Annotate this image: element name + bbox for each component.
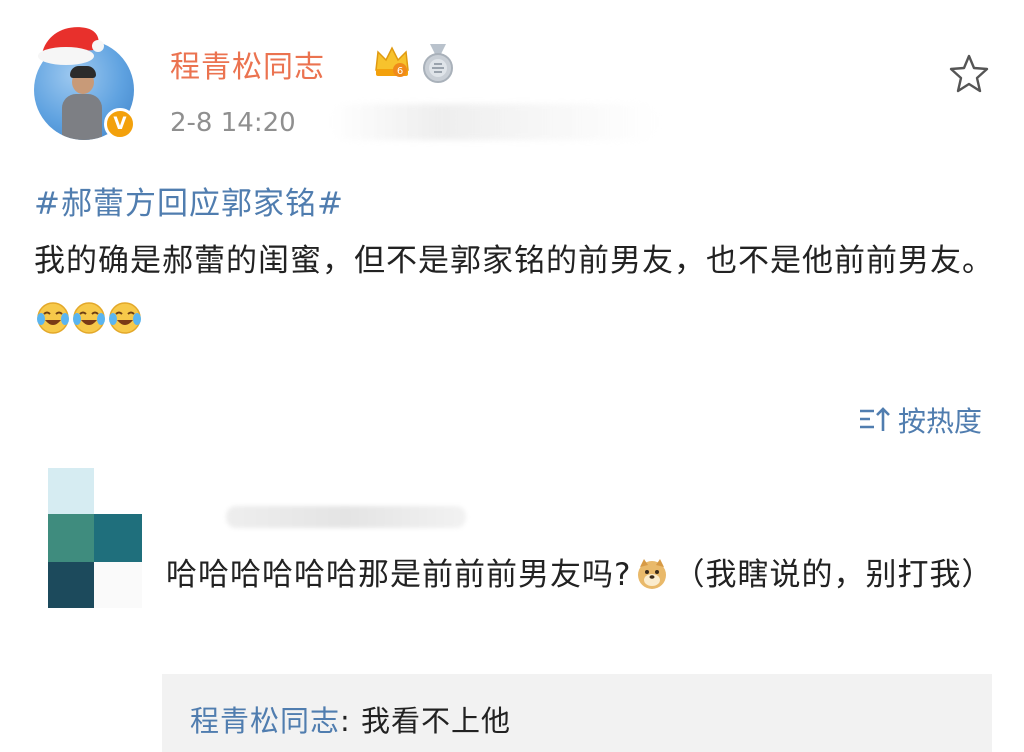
comment-text: 哈哈哈哈哈哈那是前前前男友吗? （我瞎说的，别打我） <box>166 548 996 602</box>
reply-line: 程青松同志: 我看不上他 <box>190 698 511 740</box>
reply-separator: : <box>340 704 362 738</box>
santa-hat-icon <box>38 27 104 65</box>
weibo-post-page: V 程青松同志 6 2-8 14:20 #郝蕾方回应郭家铭# 我的确是郝蕾的闺蜜… <box>0 0 1024 752</box>
svg-text:6: 6 <box>397 66 403 77</box>
laugh-cry-emoji <box>73 302 105 334</box>
reply-author[interactable]: 程青松同志 <box>190 704 340 738</box>
crown-icon: 6 <box>375 46 409 77</box>
post-time: 2-8 14:20 <box>170 108 296 138</box>
laugh-cry-emoji <box>109 302 141 334</box>
commenter-avatar[interactable] <box>48 468 144 610</box>
redacted-commenter-name <box>226 506 466 528</box>
sort-icon <box>860 407 890 431</box>
author-name[interactable]: 程青松同志 <box>170 42 325 86</box>
post-body-text: 我的确是郝蕾的闺蜜，但不是郭家铭的前男友，也不是他前前男友。 <box>34 243 994 279</box>
reply-box[interactable]: 程青松同志: 我看不上他 <box>162 674 992 752</box>
topic-link[interactable]: #郝蕾方回应郭家铭# <box>34 178 344 223</box>
medal-icon <box>423 44 453 83</box>
reply-text: 我看不上他 <box>361 704 512 738</box>
favorite-button[interactable] <box>946 50 992 96</box>
star-icon <box>949 54 989 93</box>
redacted-area <box>330 104 660 140</box>
laugh-cry-emoji <box>37 302 69 334</box>
verified-badge: V <box>104 108 136 140</box>
comment-text-part1: 哈哈哈哈哈哈那是前前前男友吗? <box>166 557 632 593</box>
comment-text-part2: （我瞎说的，别打我） <box>673 557 994 593</box>
author-avatar[interactable]: V <box>34 27 136 140</box>
sort-label: 按热度 <box>898 405 983 438</box>
post-text: 我的确是郝蕾的闺蜜，但不是郭家铭的前男友，也不是他前前男友。 <box>34 232 994 348</box>
doge-emoji <box>638 559 667 589</box>
sort-by-hot-button[interactable]: 按热度 <box>858 400 982 440</box>
